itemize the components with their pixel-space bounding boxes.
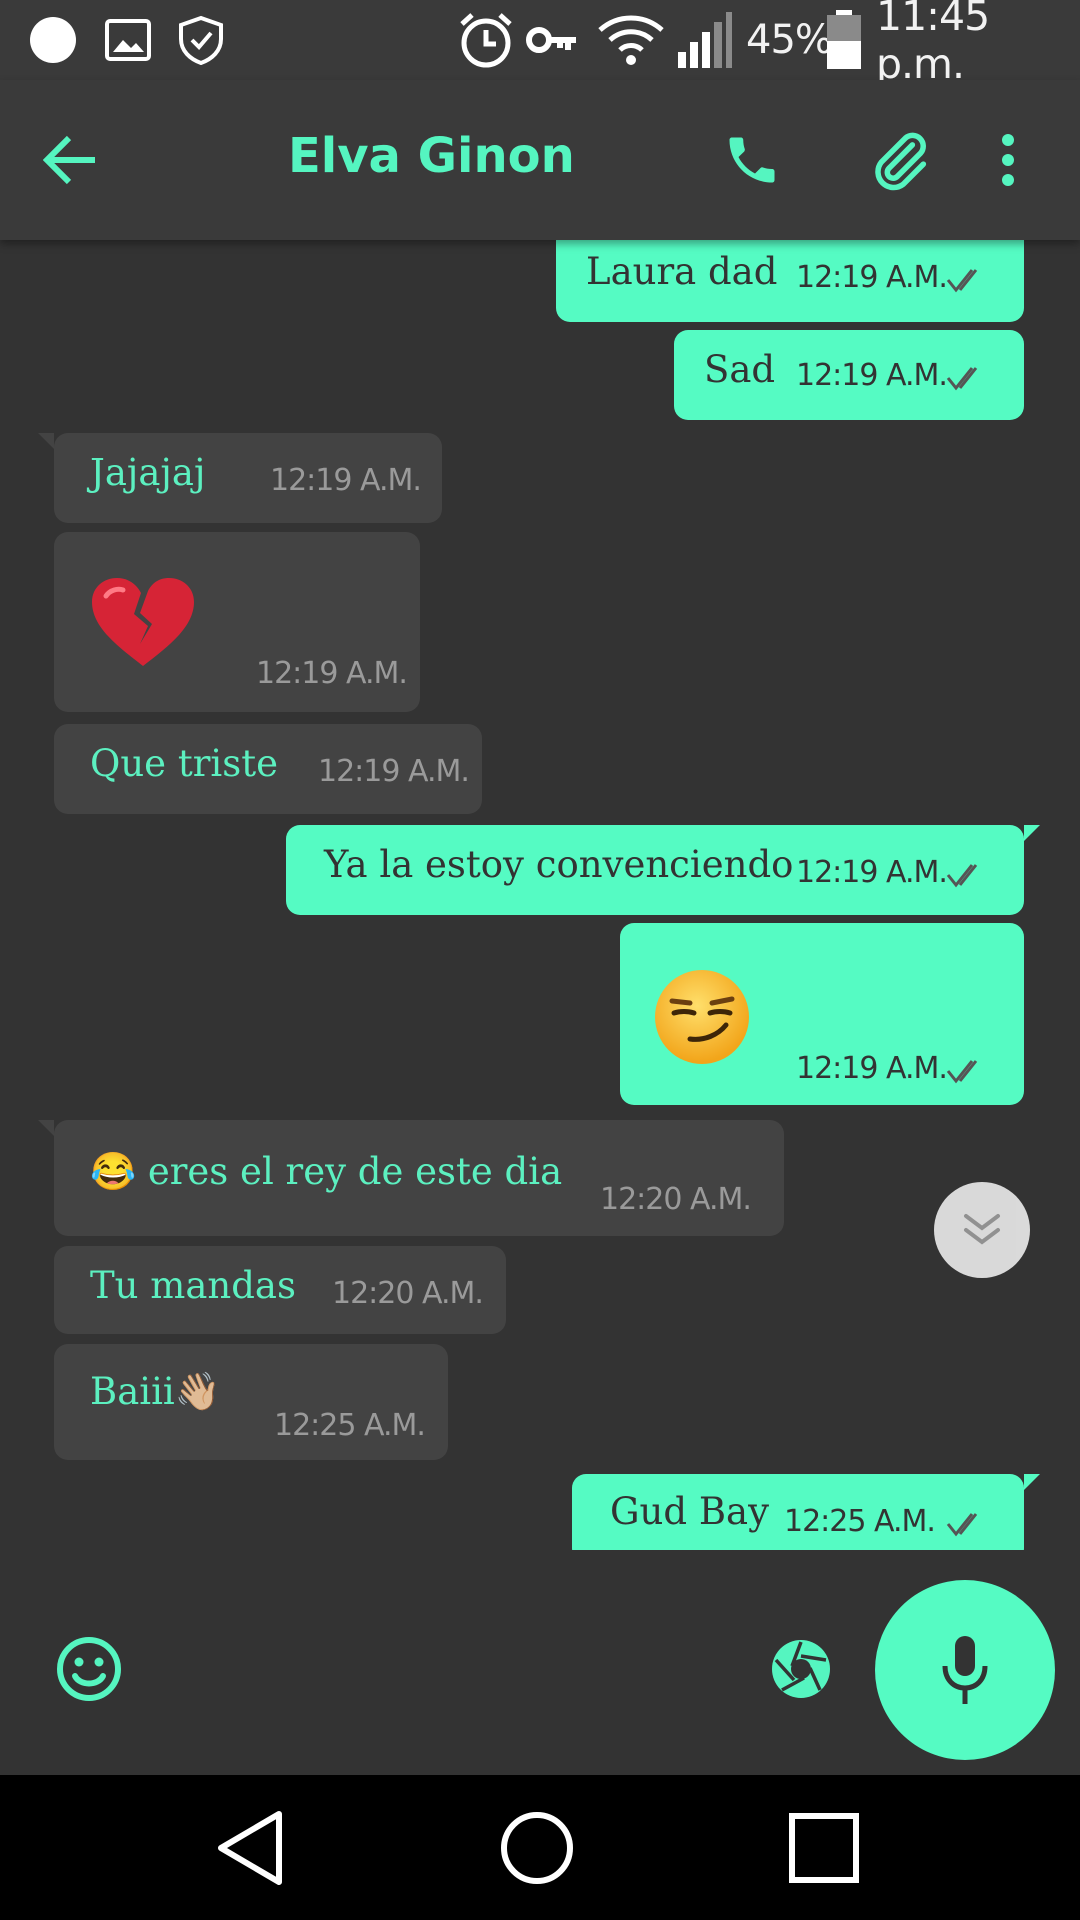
message-bubble-outgoing[interactable]: Laura dad 12:19 A.M. [556, 240, 1024, 322]
system-nav-bar [0, 1775, 1080, 1920]
wifi-icon [596, 0, 666, 80]
status-time: 11:45 p.m. [876, 0, 990, 88]
message-time: 12:19 A.M. [796, 1051, 948, 1086]
back-arrow-icon[interactable] [36, 128, 106, 192]
vpn-key-icon [526, 0, 578, 80]
message-list[interactable]: Laura dad 12:19 A.M. Sad 12:19 A.M. Jaja… [0, 240, 1080, 1550]
notification-circle-icon [28, 0, 78, 80]
message-text: Tu mandas [90, 1264, 296, 1307]
recents-square-icon[interactable] [784, 1775, 864, 1920]
more-options-icon[interactable] [988, 126, 1028, 194]
contact-name[interactable]: Elva Ginon [288, 128, 575, 184]
message-bubble-incoming[interactable]: Jajajaj 12:19 A.M. [54, 433, 442, 523]
message-time: 12:19 A.M. [270, 463, 422, 498]
message-time: 12:19 A.M. [796, 260, 948, 295]
shield-icon [176, 0, 226, 80]
signal-icon [676, 0, 734, 80]
alarm-icon [456, 0, 516, 80]
message-bubble-outgoing[interactable]: Sad 12:19 A.M. [674, 330, 1024, 420]
message-time: 12:20 A.M. [600, 1182, 752, 1217]
app-bar: Elva Ginon [0, 80, 1080, 240]
message-text: Gud Bay [610, 1490, 769, 1533]
read-ticks-icon [946, 864, 978, 888]
message-bubble-incoming[interactable]: Baiii👋🏼 12:25 A.M. [54, 1344, 448, 1460]
microphone-icon [942, 1636, 988, 1704]
read-ticks-icon [946, 1513, 978, 1537]
home-circle-icon[interactable] [494, 1775, 580, 1920]
message-bubble-incoming[interactable]: Que triste 12:19 A.M. [54, 724, 482, 814]
message-time: 12:25 A.M. [784, 1504, 936, 1539]
smirking-face-emoji [652, 967, 752, 1071]
scroll-to-bottom-button[interactable] [934, 1182, 1030, 1278]
camera-shutter-icon[interactable] [768, 1636, 834, 1706]
read-ticks-icon [946, 269, 978, 293]
message-text: Ya la estoy convenciendo [324, 843, 794, 886]
bubble-tail [38, 433, 54, 449]
message-text: Laura dad [586, 250, 778, 293]
message-text: Que triste [90, 742, 278, 785]
message-time: 12:20 A.M. [332, 1276, 484, 1311]
bubble-tail [1024, 1474, 1040, 1490]
read-ticks-icon [946, 1060, 978, 1084]
message-time: 12:19 A.M. [796, 358, 948, 393]
phone-icon[interactable] [716, 126, 788, 194]
emoji-icon[interactable] [56, 1636, 122, 1706]
broken-heart-emoji [90, 576, 196, 672]
message-bubble-incoming[interactable]: 12:19 A.M. [54, 532, 420, 712]
status-bar: 45% 11:45 p.m. [0, 0, 1080, 88]
read-ticks-icon [946, 367, 978, 391]
message-time: 12:25 A.M. [274, 1408, 426, 1443]
double-chevron-down-icon [964, 1214, 1000, 1245]
message-time: 12:19 A.M. [256, 656, 408, 691]
record-voice-button[interactable] [875, 1580, 1055, 1760]
gallery-icon [104, 0, 152, 80]
message-text: Baiii👋🏼 [90, 1370, 221, 1413]
message-bubble-outgoing[interactable]: Ya la estoy convenciendo 12:19 A.M. [286, 825, 1024, 915]
message-text: Sad [704, 348, 776, 391]
message-text: 😂 eres el rey de este dia [90, 1150, 563, 1193]
message-bubble-outgoing[interactable]: 12:19 A.M. [620, 923, 1024, 1105]
message-bubble-outgoing[interactable]: Gud Bay 12:25 A.M. [572, 1474, 1024, 1550]
attachment-icon[interactable] [864, 126, 936, 194]
message-text: Jajajaj [90, 451, 206, 494]
back-triangle-icon[interactable] [210, 1775, 290, 1920]
message-bubble-incoming[interactable]: 😂 eres el rey de este dia 12:20 A.M. [54, 1120, 784, 1236]
message-time: 12:19 A.M. [796, 855, 948, 890]
bubble-tail [38, 1120, 54, 1136]
bubble-tail [1024, 825, 1040, 841]
message-bubble-incoming[interactable]: Tu mandas 12:20 A.M. [54, 1246, 506, 1334]
battery-percent: 45% [746, 17, 833, 63]
battery-icon [824, 0, 864, 80]
message-time: 12:19 A.M. [318, 754, 470, 789]
